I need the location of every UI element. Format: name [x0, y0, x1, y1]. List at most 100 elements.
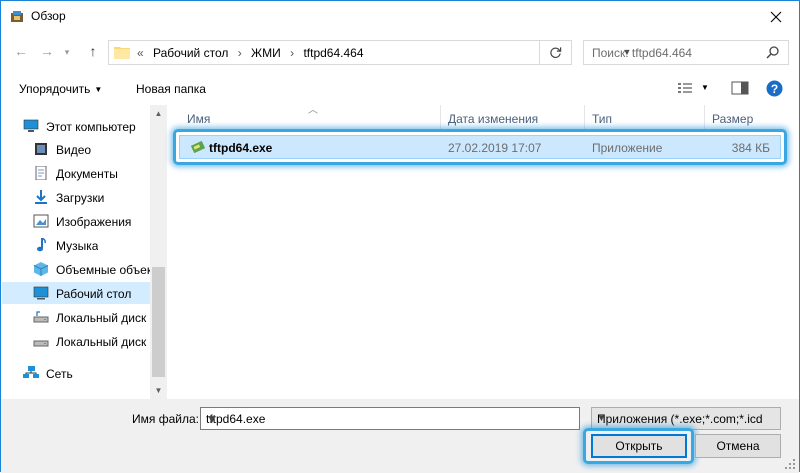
sidebar-item-network[interactable]: Сеть: [2, 362, 152, 384]
preview-pane-button[interactable]: [731, 81, 749, 98]
svg-text:?: ?: [771, 82, 778, 96]
details-view-icon: [678, 83, 692, 93]
navigation-pane: Этот компьютер Видео Документы Загрузки …: [2, 105, 166, 399]
scroll-up-arrow-icon[interactable]: ▲: [150, 105, 167, 122]
sidebar-item-local-disk-2[interactable]: Локальный диск: [2, 330, 152, 352]
caret-down-icon: ▼: [701, 83, 709, 92]
sidebar-item-label: Рабочий стол: [56, 287, 132, 301]
column-header-type[interactable]: Тип: [592, 112, 612, 126]
organize-label: Упорядочить: [19, 82, 91, 96]
folder-icon: [114, 47, 130, 59]
breadcrumb: « Рабочий стол › ЖМИ › tftpd64.464: [137, 46, 370, 60]
change-view-button[interactable]: [677, 81, 693, 98]
refresh-button[interactable]: [539, 40, 572, 65]
column-header-name[interactable]: Имя: [187, 112, 210, 126]
search-icon: [766, 46, 779, 59]
file-list: ︿ Имя Дата изменения Тип Размер tftpd64.…: [167, 105, 799, 399]
title-bar: Обзор: [1, 1, 799, 32]
breadcrumb-separator[interactable]: ›: [290, 46, 294, 60]
sidebar-item-label: Музыка: [56, 239, 99, 253]
column-header-size[interactable]: Размер: [712, 112, 753, 126]
address-bar[interactable]: « Рабочий стол › ЖМИ › tftpd64.464 ▼: [108, 40, 631, 65]
chevron-down-icon[interactable]: ▼: [206, 412, 575, 426]
sidebar-item-label: Локальный диск: [56, 335, 147, 349]
help-icon: ?: [766, 80, 783, 97]
cancel-button[interactable]: Отмена: [695, 434, 781, 458]
file-name-panel: Имя файла: tftpd64.exe ▼ Приложения (*.e…: [1, 399, 799, 473]
arrow-right-icon: →: [40, 43, 54, 59]
window-title: Обзор: [31, 9, 66, 23]
computer-icon: [23, 119, 39, 132]
sidebar-item-label: Изображения: [56, 215, 132, 229]
sidebar-item-3d-objects[interactable]: Объемные объекты: [2, 258, 152, 280]
file-type-filter[interactable]: Приложения (*.exe;*.com;*.icd) ▼: [591, 407, 781, 430]
up-button[interactable]: ↑: [83, 43, 103, 59]
drive-icon: [33, 311, 49, 323]
open-button-highlight-ring: [583, 428, 694, 464]
recent-locations-button[interactable]: ▾: [57, 47, 77, 58]
sidebar-item-desktop[interactable]: Рабочий стол: [2, 282, 152, 304]
sidebar-item-label: Этот компьютер: [46, 120, 136, 134]
close-button[interactable]: [753, 1, 799, 32]
column-divider[interactable]: [704, 105, 705, 129]
network-icon: [23, 366, 39, 378]
pictures-icon: [33, 214, 49, 228]
breadcrumb-zhmi[interactable]: ЖМИ: [251, 46, 281, 60]
sidebar-item-pictures[interactable]: Изображения: [2, 210, 152, 232]
sidebar-item-music[interactable]: Музыка: [2, 234, 152, 256]
column-divider[interactable]: [584, 105, 585, 129]
video-icon: [35, 143, 47, 155]
breadcrumb-overflow[interactable]: «: [137, 46, 144, 60]
app-icon: [11, 11, 23, 22]
3d-objects-icon: [33, 262, 49, 276]
chevron-down-icon: ▼: [597, 413, 606, 423]
scroll-down-arrow-icon[interactable]: ▼: [150, 382, 167, 399]
scrollbar-thumb[interactable]: [152, 267, 165, 377]
forward-button[interactable]: →: [37, 43, 57, 59]
breadcrumb-separator[interactable]: ›: [238, 46, 242, 60]
downloads-icon: [35, 190, 47, 204]
refresh-icon: [550, 47, 562, 58]
sidebar-item-label: Документы: [56, 167, 118, 181]
filename-label: Имя файла:: [132, 412, 199, 426]
preview-pane-icon: [731, 81, 749, 95]
search-placeholder: Поиск: tftpd64.464: [592, 46, 692, 60]
search-box[interactable]: Поиск: tftpd64.464: [583, 40, 789, 65]
music-icon: [37, 238, 46, 252]
sidebar-item-downloads[interactable]: Загрузки: [2, 186, 152, 208]
filename-input[interactable]: tftpd64.exe ▼: [200, 407, 580, 430]
open-file-dialog: Обзор ← → ▾ ↑ « Рабочий стол › ЖМИ › tft…: [0, 0, 800, 473]
sidebar-item-label: Сеть: [46, 367, 73, 381]
command-bar: Упорядочить ▼ Новая папка ▼ ?: [1, 75, 799, 103]
sidebar-scrollbar[interactable]: ▲ ▼: [150, 105, 167, 399]
chevron-down-icon: ▾: [64, 47, 70, 57]
sidebar-item-label: Объемные объекты: [56, 263, 150, 277]
sidebar-item-label: Видео: [56, 143, 92, 157]
desktop-icon: [33, 286, 49, 300]
help-button[interactable]: ?: [766, 80, 783, 100]
view-options-button[interactable]: ▼: [701, 83, 709, 92]
new-folder-label: Новая папка: [136, 82, 206, 96]
column-header-date[interactable]: Дата изменения: [448, 112, 538, 126]
sidebar-item-local-disk-1[interactable]: Локальный диск: [2, 306, 152, 328]
breadcrumb-desktop[interactable]: Рабочий стол: [153, 46, 228, 60]
caret-down-icon: ▼: [94, 85, 103, 94]
arrow-left-icon: ←: [14, 43, 28, 59]
new-folder-button[interactable]: Новая папка: [136, 82, 206, 96]
sidebar-item-video[interactable]: Видео: [2, 138, 152, 160]
breadcrumb-tftpd[interactable]: tftpd64.464: [303, 46, 363, 60]
arrow-up-icon: ↑: [89, 43, 97, 59]
selection-highlight-ring: [173, 129, 787, 165]
navigation-bar: ← → ▾ ↑ « Рабочий стол › ЖМИ › tftpd64.4…: [1, 35, 799, 69]
documents-icon: [35, 166, 47, 180]
sidebar-item-documents[interactable]: Документы: [2, 162, 152, 184]
close-icon: [770, 11, 782, 22]
drive-icon: [33, 340, 49, 347]
sidebar-item-label: Загрузки: [56, 191, 105, 205]
sort-ascending-icon: ︿: [308, 105, 318, 116]
back-button[interactable]: ←: [11, 43, 31, 59]
sidebar-item-this-pc[interactable]: Этот компьютер: [2, 115, 152, 137]
organize-button[interactable]: Упорядочить ▼: [19, 82, 102, 96]
resize-grip-icon[interactable]: [785, 459, 795, 469]
column-divider[interactable]: [440, 105, 441, 129]
